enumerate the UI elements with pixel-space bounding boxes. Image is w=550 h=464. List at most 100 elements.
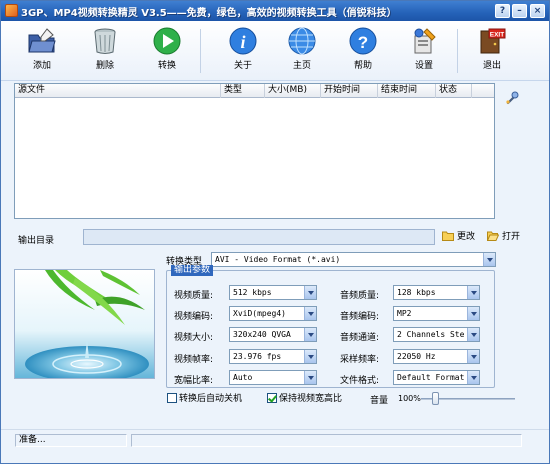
column-start-time[interactable]: 开始时间 xyxy=(321,84,378,98)
water-drop-leaf-image xyxy=(15,270,154,378)
video-quality-select[interactable]: 512 kbps xyxy=(229,285,317,300)
file-format-value: Default Format xyxy=(397,373,465,382)
exit-sign-text: EXIT xyxy=(490,32,504,39)
help-icon: ? xyxy=(349,27,377,55)
aspect-ratio-value: Auto xyxy=(233,373,253,382)
output-dir-field[interactable] xyxy=(83,229,435,245)
audio-quality-select[interactable]: 128 kbps xyxy=(393,285,480,300)
audio-codec-label: 音频编码: xyxy=(340,312,380,322)
trash-can-icon xyxy=(94,28,116,54)
exit-label: 退出 xyxy=(482,61,501,71)
close-icon: × xyxy=(533,6,542,16)
chevron-down-icon xyxy=(467,371,479,384)
exit-button[interactable]: EXIT 退出 xyxy=(467,25,517,79)
chevron-down-icon xyxy=(483,253,495,266)
file-list-header: 源文件 类型 大小(MB) 开始时间 结束时间 状态 xyxy=(15,84,494,98)
folder-icon xyxy=(442,231,454,241)
file-list[interactable]: 源文件 类型 大小(MB) 开始时间 结束时间 状态 xyxy=(14,83,495,219)
chevron-down-icon xyxy=(304,350,316,363)
video-codec-value: XviD(mpeg4) xyxy=(233,309,286,318)
shutdown-checkbox[interactable]: 转换后自动关机 xyxy=(167,393,242,405)
sample-rate-select[interactable]: 22050 Hz xyxy=(393,349,480,364)
homepage-button[interactable]: 主页 xyxy=(277,25,327,79)
shutdown-checkbox-label: 转换后自动关机 xyxy=(179,394,243,404)
video-size-select[interactable]: 320x240 QVGA xyxy=(229,327,317,342)
minimize-icon: – xyxy=(517,6,522,16)
window-title: 3GP、MP4视频转换精灵 V3.5——免费，绿色，高效的视频转换工具（俏锐科技… xyxy=(21,8,397,19)
main-window: 3GP、MP4视频转换精灵 V3.5——免费，绿色，高效的视频转换工具（俏锐科技… xyxy=(0,0,550,464)
aspect-ratio-select[interactable]: Auto xyxy=(229,370,317,385)
video-fps-select[interactable]: 23.976 fps xyxy=(229,349,317,364)
audio-quality-value: 128 kbps xyxy=(397,288,436,297)
chevron-down-icon xyxy=(467,286,479,299)
video-size-value: 320x240 QVGA xyxy=(233,330,291,339)
convert-type-select[interactable]: AVI - Video Format (*.avi) xyxy=(211,252,496,267)
settings-label: 设置 xyxy=(414,61,433,71)
column-source-file[interactable]: 源文件 xyxy=(15,84,221,98)
convert-label: 转换 xyxy=(157,61,176,71)
open-dir-button[interactable]: 打开 xyxy=(487,230,520,244)
status-progress xyxy=(131,434,522,447)
about-button[interactable]: i 关于 xyxy=(218,25,268,79)
chevron-down-icon xyxy=(467,328,479,341)
volume-slider-thumb[interactable] xyxy=(432,392,439,405)
change-dir-button[interactable]: 更改 xyxy=(442,230,475,244)
column-status[interactable]: 状态 xyxy=(436,84,472,98)
video-fps-label: 视频帧率: xyxy=(174,355,214,365)
video-codec-label: 视频编码: xyxy=(174,312,214,322)
sample-rate-value: 22050 Hz xyxy=(397,352,436,361)
column-end-time[interactable]: 结束时间 xyxy=(378,84,436,98)
convert-type-value: AVI - Video Format (*.avi) xyxy=(215,255,341,264)
keep-aspect-checkbox-box[interactable] xyxy=(267,393,277,403)
video-codec-select[interactable]: XviD(mpeg4) xyxy=(229,306,317,321)
help-label: 帮助 xyxy=(353,61,372,71)
convert-button[interactable]: 转换 xyxy=(142,25,192,79)
help-button[interactable]: ? 帮助 xyxy=(338,25,388,79)
help-window-icon: ? xyxy=(499,6,506,16)
file-format-select[interactable]: Default Format xyxy=(393,370,480,385)
chevron-down-icon xyxy=(304,307,316,320)
audio-codec-value: MP2 xyxy=(397,309,412,318)
aspect-ratio-label: 宽幅比率: xyxy=(174,376,214,386)
exit-door-icon: EXIT xyxy=(480,28,506,54)
audio-channels-label: 音频通道: xyxy=(340,333,380,343)
audio-channels-select[interactable]: 2 Channels Stere xyxy=(393,327,480,342)
settings-tools-icon xyxy=(414,28,436,54)
chevron-down-icon xyxy=(304,286,316,299)
column-size[interactable]: 大小(MB) xyxy=(265,84,321,98)
toolbar-separator xyxy=(457,29,458,73)
video-quality-value: 512 kbps xyxy=(233,288,272,297)
keep-aspect-checkbox-label: 保持视频宽高比 xyxy=(279,394,343,404)
about-label: 关于 xyxy=(233,61,252,71)
output-dir-label: 输出目录 xyxy=(18,236,55,246)
column-type[interactable]: 类型 xyxy=(221,84,265,98)
delete-button[interactable]: 删除 xyxy=(80,25,130,79)
sample-rate-label: 采样频率: xyxy=(340,355,380,365)
close-button[interactable]: × xyxy=(530,4,545,18)
svg-text:i: i xyxy=(240,32,245,52)
title-bar[interactable]: 3GP、MP4视频转换精灵 V3.5——免费，绿色，高效的视频转换工具（俏锐科技… xyxy=(1,1,549,21)
minimize-button[interactable]: – xyxy=(512,4,527,18)
chevron-down-icon xyxy=(467,350,479,363)
audio-codec-select[interactable]: MP2 xyxy=(393,306,480,321)
svg-text:?: ? xyxy=(358,33,368,52)
video-size-label: 视频大小: xyxy=(174,333,214,343)
delete-label: 删除 xyxy=(95,61,114,71)
open-dir-label: 打开 xyxy=(502,232,521,242)
output-params-title: 输出参数 xyxy=(171,265,214,276)
preview-image xyxy=(14,269,155,379)
shutdown-checkbox-box[interactable] xyxy=(167,393,177,403)
audio-quality-label: 音频质量: xyxy=(340,291,380,301)
settings-button[interactable]: 设置 xyxy=(399,25,449,79)
wrench-icon[interactable] xyxy=(505,91,519,105)
homepage-label: 主页 xyxy=(292,61,311,71)
volume-label: 音量 xyxy=(370,396,389,406)
add-button[interactable]: 添加 xyxy=(17,25,67,79)
keep-aspect-checkbox[interactable]: 保持视频宽高比 xyxy=(267,393,342,405)
open-folder-icon xyxy=(487,231,499,241)
help-window-button[interactable]: ? xyxy=(495,4,510,18)
app-icon xyxy=(5,4,18,17)
info-icon: i xyxy=(229,27,257,55)
chevron-down-icon xyxy=(304,371,316,384)
status-bar: 准备... xyxy=(1,429,549,463)
